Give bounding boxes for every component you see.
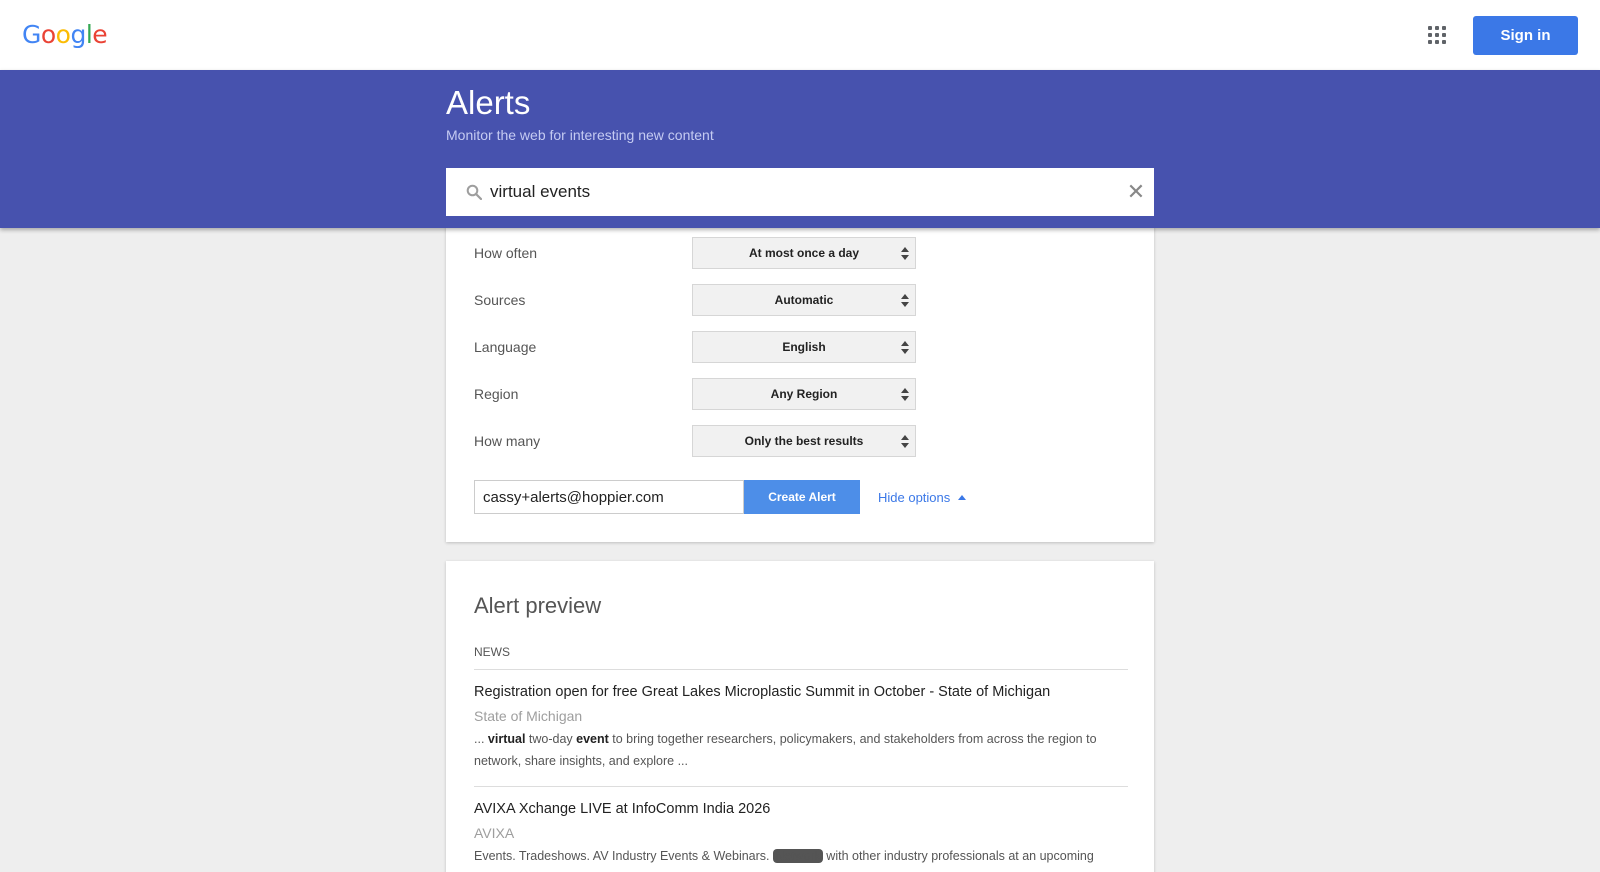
snippet-text: Events. Tradeshows. AV Industry Events &… [474, 849, 773, 863]
list-item: AVIXA Xchange LIVE at InfoComm India 202… [474, 801, 1128, 867]
select-arrows-icon [901, 294, 909, 308]
language-select[interactable]: English [692, 331, 916, 363]
snippet-text: two-day [525, 732, 577, 746]
select-arrows-icon [901, 247, 909, 261]
highlighted-text: Network [772, 849, 823, 863]
option-row-how-many: How many Only the best results [474, 425, 916, 457]
result-snippet: ... virtual two-day event to bring toget… [474, 728, 1128, 772]
search-box: ✕ [446, 168, 1154, 216]
page-title: Alerts [446, 84, 531, 121]
snippet-match: virtual [487, 732, 526, 746]
search-input[interactable] [490, 179, 1090, 205]
option-row-how-often: How often At most once a day [474, 237, 916, 269]
result-title-link[interactable]: AVIXA Xchange LIVE at InfoComm India 202… [474, 801, 1128, 817]
divider [474, 669, 1128, 670]
option-label: Region [474, 386, 519, 402]
how-many-select[interactable]: Only the best results [692, 425, 916, 457]
create-alert-button[interactable]: Create Alert [744, 480, 860, 514]
top-bar: Google Sign in [0, 0, 1600, 70]
result-snippet: Events. Tradeshows. AV Industry Events &… [474, 845, 1128, 867]
option-row-sources: Sources Automatic [474, 284, 916, 316]
apps-grid-icon[interactable] [1428, 26, 1446, 44]
select-arrows-icon [901, 388, 909, 402]
sign-in-button[interactable]: Sign in [1473, 16, 1578, 55]
logo-letter-2: o [40, 20, 56, 49]
snippet-text: with other industry professionals at an … [822, 849, 1094, 863]
divider [474, 786, 1128, 787]
alerts-banner: Alerts Monitor the web for interesting n… [0, 70, 1600, 228]
hide-options-link[interactable]: Hide options [878, 490, 967, 505]
list-item: Registration open for free Great Lakes M… [474, 684, 1128, 772]
logo-letter-1: G [22, 20, 41, 49]
option-label: How many [474, 433, 541, 449]
region-select[interactable]: Any Region [692, 378, 916, 410]
snippet-text: ... [474, 732, 488, 746]
logo-letter-3: o [55, 20, 71, 49]
select-value: Only the best results [744, 434, 864, 448]
page-subtitle: Monitor the web for interesting new cont… [446, 127, 714, 143]
result-title-link[interactable]: Registration open for free Great Lakes M… [474, 684, 1128, 700]
alert-preview-card: Alert preview NEWS Registration open for… [446, 561, 1154, 872]
alert-options-card: How often At most once a day Sources Aut… [446, 224, 1154, 542]
caret-up-icon [958, 495, 967, 500]
select-value: English [782, 340, 826, 354]
result-source: State of Michigan [474, 708, 583, 724]
logo-letter-4: g [70, 20, 86, 49]
preview-title: Alert preview [474, 593, 602, 618]
option-label: Sources [474, 292, 526, 308]
close-icon[interactable]: ✕ [1126, 181, 1146, 203]
select-value: At most once a day [748, 246, 860, 260]
google-logo[interactable]: Google [22, 20, 108, 49]
how-often-select[interactable]: At most once a day [692, 237, 916, 269]
option-row-region: Region Any Region [474, 378, 916, 410]
snippet-match: event [576, 732, 609, 746]
section-heading: NEWS [474, 645, 510, 659]
option-row-language: Language English [474, 331, 916, 363]
select-value: Automatic [774, 293, 834, 307]
search-icon [466, 184, 482, 200]
hide-options-label: Hide options [878, 490, 951, 505]
select-value: Any Region [770, 387, 838, 401]
email-field[interactable] [474, 480, 744, 514]
option-label: How often [474, 245, 538, 261]
select-arrows-icon [901, 435, 909, 449]
sources-select[interactable]: Automatic [692, 284, 916, 316]
option-label: Language [474, 339, 537, 355]
logo-letter-6: e [92, 20, 108, 49]
result-source: AVIXA [474, 825, 515, 841]
select-arrows-icon [901, 341, 909, 355]
